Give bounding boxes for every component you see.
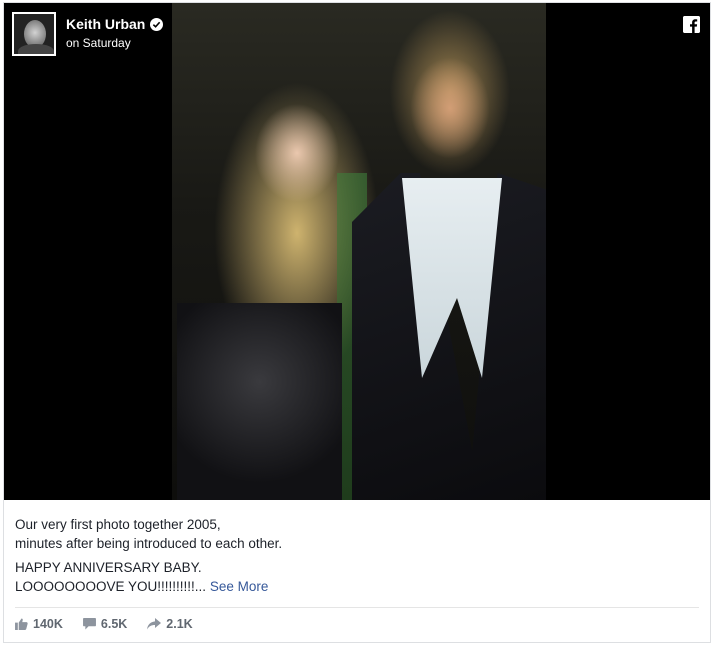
divider	[15, 607, 699, 608]
comments-stat[interactable]: 6.5K	[82, 617, 128, 631]
share-arrow-icon	[147, 618, 162, 630]
caption-line: LOOOOOOOOVE YOU!!!!!!!!!!...	[15, 579, 207, 594]
shares-count: 2.1K	[166, 617, 193, 631]
author-block: Keith Urban on Saturday	[66, 12, 164, 50]
avatar[interactable]	[12, 12, 56, 56]
engagement-stats: 140K 6.5K 2.1K	[15, 617, 213, 631]
post-photo[interactable]	[172, 3, 546, 500]
avatar-body	[18, 44, 54, 54]
shares-stat[interactable]: 2.1K	[147, 617, 193, 631]
caption-line: Our very first photo together 2005,	[15, 517, 221, 532]
post-caption: Our very first photo together 2005, minu…	[15, 515, 705, 596]
post-timestamp[interactable]: on Saturday	[66, 36, 163, 50]
likes-count: 140K	[33, 617, 63, 631]
verified-badge-icon	[150, 17, 164, 31]
caption-paragraph-1: Our very first photo together 2005, minu…	[15, 515, 705, 553]
comments-count: 6.5K	[100, 617, 128, 631]
thumbs-up-icon	[15, 618, 28, 630]
author-row: Keith Urban	[66, 16, 164, 32]
photo-detail-dress	[177, 303, 342, 500]
author-name[interactable]: Keith Urban	[66, 16, 145, 32]
caption-line: minutes after being introduced to each o…	[15, 536, 283, 551]
facebook-icon[interactable]	[683, 16, 700, 33]
comment-bubble-icon	[82, 618, 96, 630]
likes-stat[interactable]: 140K	[15, 617, 63, 631]
post-header: Keith Urban on Saturday	[12, 12, 164, 56]
post-media[interactable]: Keith Urban on Saturday	[4, 3, 710, 500]
caption-paragraph-2: HAPPY ANNIVERSARY BABY. LOOOOOOOOVE YOU!…	[15, 558, 705, 596]
caption-line: HAPPY ANNIVERSARY BABY.	[15, 560, 202, 575]
post-card: Keith Urban on Saturday Our very first p…	[3, 2, 711, 643]
see-more-link[interactable]: See More	[210, 579, 269, 594]
